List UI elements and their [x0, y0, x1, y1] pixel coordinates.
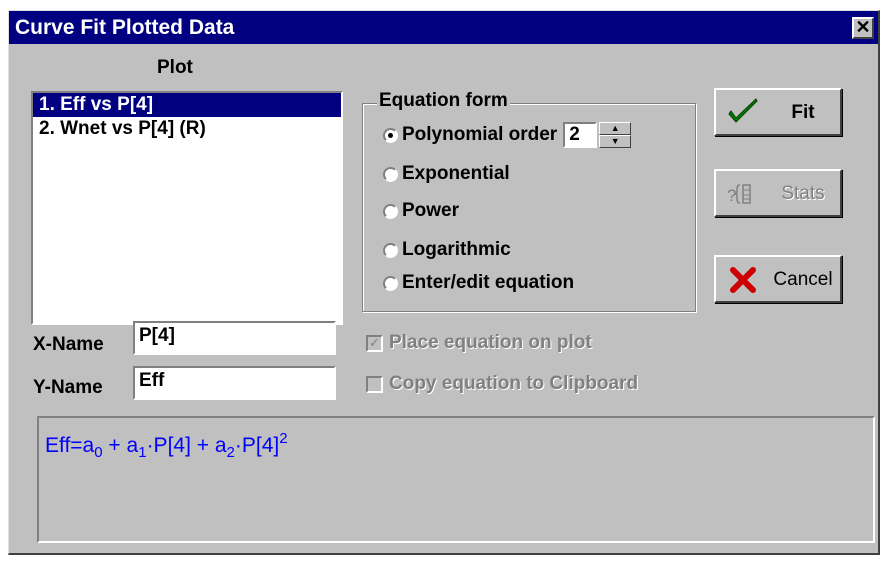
copy-clipboard-label: Copy equation to Clipboard — [389, 373, 639, 394]
cancel-button[interactable]: Cancel — [714, 255, 842, 303]
svg-text:?: ? — [727, 186, 736, 205]
place-on-plot-checkbox[interactable]: ✓ — [366, 334, 383, 352]
y-name-label: Y-Name — [33, 377, 103, 398]
plot-listbox[interactable]: 1. Eff vs P[4] 2. Wnet vs P[4] (R) — [31, 91, 343, 325]
equation-subscript: 2 — [226, 444, 235, 461]
equation-part: Eff=a — [45, 434, 95, 457]
copy-clipboard-checkbox[interactable] — [366, 375, 383, 393]
stats-button[interactable]: ? Stats — [714, 169, 842, 217]
plot-list-item[interactable]: 1. Eff vs P[4] — [33, 93, 341, 117]
polynomial-order-stepper[interactable]: ▲ ▼ — [599, 122, 632, 148]
radio-enter-edit-label: Enter/edit equation — [402, 272, 575, 293]
equation-part: ·P[4] + a — [146, 434, 227, 457]
place-on-plot-option[interactable]: ✓ Place equation on plot — [366, 332, 592, 354]
radio-button[interactable] — [383, 166, 398, 182]
fit-button-label: Fit — [791, 102, 815, 123]
spin-up-icon[interactable]: ▲ — [599, 122, 632, 135]
radio-power-label: Power — [402, 200, 460, 221]
radio-logarithmic[interactable]: Logarithmic — [383, 237, 511, 263]
x-icon — [730, 267, 756, 293]
polynomial-order-input[interactable]: 2 — [563, 122, 598, 148]
equation-text: Eff=a0 + a1·P[4] + a2·P[4]2 — [45, 430, 288, 461]
y-name-input[interactable]: Eff — [133, 366, 336, 400]
close-button[interactable]: ✕ — [852, 17, 874, 39]
x-name-input[interactable]: P[4] — [133, 321, 336, 355]
equation-part: + a — [102, 434, 139, 457]
cancel-button-label: Cancel — [773, 269, 833, 290]
radio-polynomial[interactable]: Polynomial order 2 ▲ ▼ — [383, 122, 632, 148]
title-bar[interactable]: Curve Fit Plotted Data ✕ — [9, 11, 878, 44]
stats-button-label: Stats — [781, 183, 825, 204]
equation-subscript: 0 — [94, 444, 103, 461]
plot-label: Plot — [157, 57, 193, 78]
checkmark-icon — [728, 98, 758, 123]
x-name-label: X-Name — [33, 334, 104, 355]
equation-superscript: 2 — [279, 430, 288, 447]
close-icon: ✕ — [855, 17, 871, 37]
curve-fit-dialog: Curve Fit Plotted Data ✕ Plot 1. Eff vs … — [8, 10, 880, 555]
dialog-title: Curve Fit Plotted Data — [15, 16, 235, 39]
equation-form-legend: Equation form — [377, 90, 510, 112]
radio-enter-edit[interactable]: Enter/edit equation — [383, 270, 574, 296]
spin-down-icon[interactable]: ▼ — [599, 135, 632, 148]
radio-button[interactable] — [383, 275, 398, 291]
radio-polynomial-label: Polynomial order — [402, 124, 558, 145]
plot-list-item[interactable]: 2. Wnet vs P[4] (R) — [33, 117, 341, 141]
stats-icon: ? — [727, 184, 751, 205]
equation-form-group: Equation form Polynomial order 2 ▲ ▼ Exp… — [362, 90, 696, 312]
place-on-plot-label: Place equation on plot — [389, 332, 592, 353]
equation-part: ·P[4] — [234, 434, 280, 457]
radio-button[interactable] — [383, 203, 398, 219]
radio-logarithmic-label: Logarithmic — [402, 239, 511, 260]
radio-exponential[interactable]: Exponential — [383, 161, 510, 187]
radio-exponential-label: Exponential — [402, 163, 510, 184]
equation-display: Eff=a0 + a1·P[4] + a2·P[4]2 — [37, 416, 875, 543]
radio-button[interactable] — [383, 242, 398, 258]
radio-power[interactable]: Power — [383, 198, 459, 224]
copy-clipboard-option[interactable]: Copy equation to Clipboard — [366, 373, 638, 395]
radio-button-selected[interactable] — [383, 127, 398, 143]
fit-button[interactable]: Fit — [714, 88, 842, 136]
equation-subscript: 1 — [138, 444, 147, 461]
